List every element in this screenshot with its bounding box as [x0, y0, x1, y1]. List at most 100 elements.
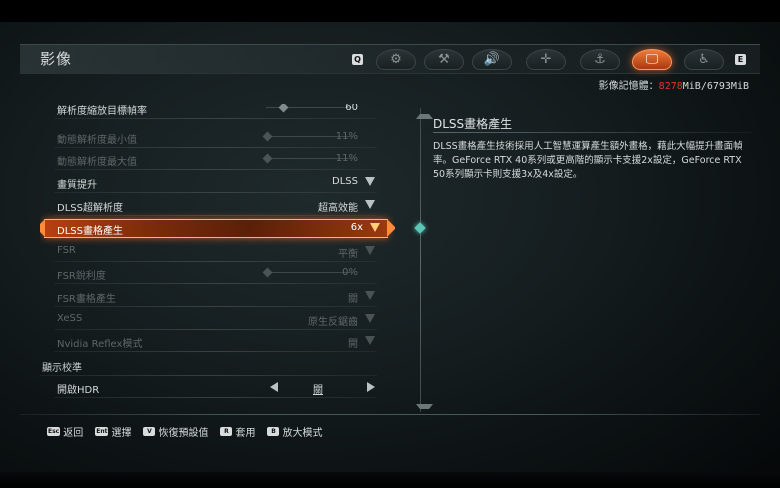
settings-list: 解析度縮放目標幀率 60 動態解析度最小值 11% 動態解析度最大值 11% 畫… — [40, 104, 395, 404]
setting-row: FSR銳利度 0% — [40, 262, 385, 284]
gear-icon: ⚙ — [390, 51, 402, 67]
row-divider — [54, 169, 377, 170]
accessibility-icon: ♿ — [698, 51, 710, 67]
setting-row: FSR畫格產生 關 — [40, 285, 385, 307]
setting-value: 平衡 — [338, 249, 358, 260]
setting-label: 動態解析度最小值 — [57, 135, 137, 146]
setting-value: 60 — [345, 104, 358, 113]
footer-label: 恢復預設值 — [158, 427, 209, 439]
setting-row[interactable]: 畫質提升 DLSS — [40, 171, 385, 193]
setting-label: FSR — [57, 245, 76, 256]
top-letterbox — [0, 0, 780, 22]
setting-label: Nvidia Reflex模式 — [57, 339, 143, 350]
enter-key-icon: Ent — [95, 426, 109, 436]
right-arrow-icon[interactable] — [367, 382, 375, 392]
footer-label: 套用 — [235, 427, 256, 439]
dropdown-icon[interactable] — [365, 200, 375, 209]
setting-label: FSR銳利度 — [57, 271, 106, 282]
header-bar: 影像 Q ⚙ ⚒ 🔊 ✛ ⚓ 🖵 ♿ E — [20, 44, 760, 74]
footer-select[interactable]: Ent 選擇 — [95, 424, 131, 439]
page-title: 影像 — [40, 50, 73, 68]
b-key-icon: B — [267, 426, 280, 436]
tab-dpad-icon[interactable]: ✛ — [522, 46, 570, 72]
setting-slider — [262, 267, 352, 278]
setting-value: 0% — [342, 267, 358, 278]
joystick-icon: ⚓ — [594, 51, 606, 67]
slider-knob[interactable] — [278, 104, 289, 113]
tab-wrench-icon[interactable]: ⚒ — [420, 46, 468, 72]
selection-right-pointer — [387, 219, 395, 237]
slider-knob — [262, 131, 273, 142]
setting-label: 畫質提升 — [57, 180, 97, 191]
tab-monitor-icon[interactable]: 🖵 — [628, 46, 676, 72]
setting-value: 關 — [313, 385, 323, 396]
tab-accessibility-icon[interactable]: ♿ — [680, 46, 728, 72]
row-divider — [54, 397, 377, 398]
footer-label: 放大模式 — [282, 427, 323, 439]
monitor-icon: 🖵 — [645, 51, 659, 67]
tab-joystick-icon[interactable]: ⚓ — [576, 46, 624, 72]
vram-label: 影像記憶體： — [598, 81, 659, 92]
esc-key-icon: Esc — [47, 426, 61, 436]
setting-row: 動態解析度最大值 11% — [40, 148, 385, 170]
setting-value: 超高效能 — [318, 203, 358, 214]
setting-value: 11% — [335, 153, 358, 164]
dpad-icon: ✛ — [540, 51, 552, 67]
section-title: 顯示校準 — [42, 363, 82, 374]
tab-gear-icon[interactable]: ⚙ — [372, 46, 420, 72]
divider-top-cap — [416, 110, 433, 119]
footer-divider — [20, 414, 760, 415]
footer-apply[interactable]: R 套用 — [220, 424, 255, 439]
r-key-icon: R — [220, 426, 233, 436]
setting-value: 11% — [335, 131, 358, 142]
footer-label: 返回 — [63, 427, 84, 439]
vram-used: 8278 — [658, 81, 683, 92]
row-divider — [54, 118, 377, 119]
description-title: DLSS畫格產生 — [433, 117, 513, 131]
setting-value: 6x — [350, 222, 363, 233]
footer-zoom-mode[interactable]: B 放大模式 — [267, 424, 322, 439]
description-underline — [433, 132, 753, 133]
row-divider — [54, 283, 377, 284]
dropdown-icon[interactable] — [365, 177, 375, 186]
setting-row: FSR 平衡 — [40, 240, 385, 262]
prev-tab-key-hint[interactable]: Q — [352, 54, 363, 65]
section-header: 顯示校準 — [40, 354, 385, 376]
settings-screen: 影像 Q ⚙ ⚒ 🔊 ✛ ⚓ 🖵 ♿ E 影像記憶體：8278MiB/6793M… — [0, 0, 780, 488]
divider-bottom-cap — [416, 404, 433, 413]
setting-row: Nvidia Reflex模式 開 — [40, 330, 385, 352]
footer-back[interactable]: Esc 返回 — [47, 424, 83, 439]
setting-row[interactable]: DLSS超解析度 超高效能 — [40, 194, 385, 216]
dropdown-icon — [365, 314, 375, 323]
setting-value: 開 — [348, 339, 358, 350]
selection-left-pointer — [40, 219, 45, 237]
dropdown-icon[interactable] — [370, 223, 380, 232]
divider-knob — [414, 222, 426, 234]
setting-value: DLSS — [332, 176, 358, 187]
next-tab-key-hint[interactable]: E — [735, 54, 746, 65]
dropdown-icon — [365, 246, 375, 255]
setting-value: 關 — [348, 294, 358, 305]
row-divider — [54, 215, 377, 216]
setting-value: 原生反鋸齒 — [308, 317, 358, 328]
wrench-icon: ⚒ — [438, 51, 450, 67]
setting-row[interactable]: 解析度縮放目標幀率 60 — [40, 104, 385, 119]
setting-row: 動態解析度最小值 11% — [40, 126, 385, 148]
bottom-letterbox — [0, 472, 780, 488]
setting-row-selected[interactable]: DLSS畫格產生 6x — [40, 217, 395, 239]
setting-row: XeSS 原生反鋸齒 — [40, 308, 385, 330]
panel-divider — [420, 108, 421, 412]
v-key-icon: V — [143, 426, 156, 436]
left-arrow-icon[interactable] — [270, 382, 278, 392]
row-divider — [54, 351, 377, 352]
dropdown-icon — [365, 336, 375, 345]
tab-speaker-icon[interactable]: 🔊 — [468, 46, 516, 72]
vram-readout: 影像記憶體：8278MiB/6793MiB — [599, 77, 749, 92]
slider-knob — [262, 267, 273, 278]
setting-slider[interactable] — [266, 104, 352, 113]
footer-hints: Esc 返回 Ent 選擇 V 恢復預設值 R 套用 B 放大模式 — [47, 424, 334, 439]
setting-label: 動態解析度最大值 — [57, 157, 137, 168]
footer-restore-defaults[interactable]: V 恢復預設值 — [143, 424, 208, 439]
row-divider — [54, 306, 377, 307]
setting-row-hdr[interactable]: 開啟HDR 關 — [40, 376, 385, 398]
